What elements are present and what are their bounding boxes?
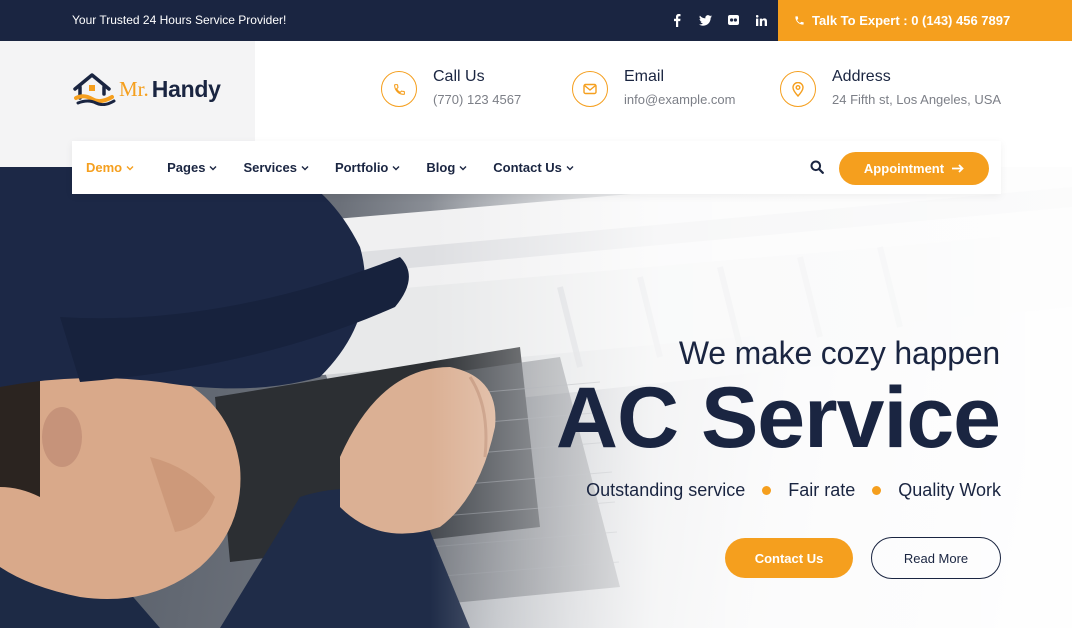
bullet-dot (762, 486, 772, 495)
nav-menu: Demo Pages Services Portfolio Blog Conta… (86, 141, 574, 194)
hero-headline: AC Service (555, 370, 1001, 466)
expert-text: Talk To Expert : 0 (143) 456 7897 (812, 13, 1011, 28)
nav-item-label: Demo (86, 160, 123, 175)
talk-to-expert[interactable]: Talk To Expert : 0 (143) 456 7897 (778, 0, 1072, 41)
phone-icon (393, 83, 405, 95)
chevron-down-icon (392, 165, 400, 170)
hero-subtitle: We make cozy happen (678, 335, 1000, 371)
hero-banner: We make cozy happen AC Service Outstandi… (0, 167, 1072, 628)
address-title: Address (832, 68, 891, 85)
nav-item-pages[interactable]: Pages (167, 160, 217, 175)
arrow-right-icon (952, 164, 964, 173)
map-pin-circle (780, 71, 816, 107)
nav-item-blog[interactable]: Blog (426, 160, 467, 175)
hero-features: Outstanding service Fair rate Quality Wo… (586, 480, 1001, 501)
tagline: Your Trusted 24 Hours Service Provider! (72, 13, 287, 27)
contact-call: Call Us (770) 123 4567 (381, 68, 521, 107)
feature-item: Quality Work (898, 480, 1001, 500)
call-value[interactable]: (770) 123 4567 (433, 92, 521, 107)
contact-us-button[interactable]: Contact Us (725, 538, 853, 578)
read-more-button[interactable]: Read More (871, 537, 1001, 579)
nav-item-label: Contact Us (493, 160, 562, 175)
appointment-label: Appointment (863, 161, 945, 176)
facebook-icon[interactable] (670, 12, 684, 28)
main-nav: Demo Pages Services Portfolio Blog Conta… (72, 141, 1001, 194)
nav-item-label: Portfolio (334, 160, 389, 175)
email-title: Email (624, 68, 665, 85)
contact-address: Address 24 Fifth st, Los Angeles, USA (780, 68, 1001, 107)
logo-mr: Mr. (119, 76, 149, 101)
nav-item-label: Services (243, 160, 297, 175)
feature-item: Fair rate (788, 480, 856, 500)
nav-item-demo[interactable]: Demo (86, 160, 134, 175)
feature-item: Outstanding service (586, 480, 746, 500)
linkedin-icon[interactable] (754, 12, 768, 28)
chevron-down-icon (209, 165, 217, 170)
envelope-icon (583, 83, 597, 95)
nav-item-label: Pages (167, 160, 206, 175)
email-value[interactable]: info@example.com (624, 92, 735, 107)
flickr-icon[interactable] (726, 12, 740, 28)
logo[interactable]: Mr. Handy (72, 72, 221, 106)
nav-item-portfolio[interactable]: Portfolio (335, 160, 400, 175)
chevron-down-icon (301, 165, 309, 170)
social-links (670, 12, 768, 28)
call-title: Call Us (433, 68, 485, 85)
chevron-down-icon (566, 165, 574, 170)
nav-item-services[interactable]: Services (243, 160, 309, 175)
phone-circle (381, 71, 417, 107)
house-logo-icon (73, 73, 116, 106)
search-icon[interactable] (810, 160, 824, 174)
envelope-circle (572, 71, 608, 107)
chevron-down-icon (459, 165, 467, 170)
nav-item-label: Blog (426, 160, 456, 175)
address-value: 24 Fifth st, Los Angeles, USA (832, 92, 1002, 107)
phone-icon (795, 16, 804, 25)
map-pin-icon (792, 81, 804, 97)
bullet-dot (872, 486, 882, 495)
contact-email: Email info@example.com (572, 68, 735, 107)
chevron-down-icon (126, 165, 134, 170)
appointment-button[interactable]: Appointment (839, 152, 989, 185)
top-bar: Your Trusted 24 Hours Service Provider! … (0, 0, 1072, 41)
twitter-icon[interactable] (698, 12, 712, 28)
logo-handy: Handy (151, 75, 221, 102)
nav-item-contact-us[interactable]: Contact Us (493, 160, 574, 175)
